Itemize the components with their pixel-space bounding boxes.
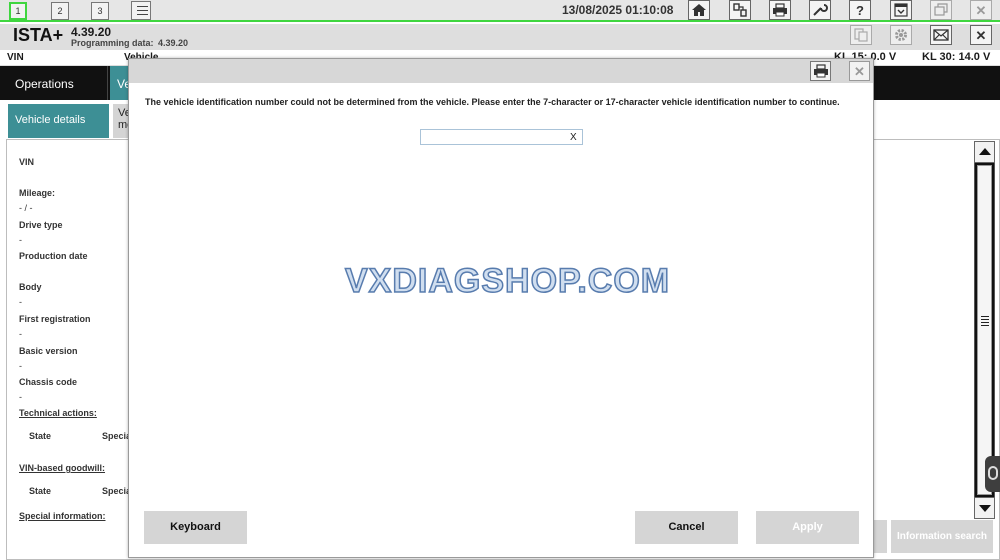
app-version: 4.39.20 <box>71 25 112 39</box>
vin-label: VIN <box>7 52 24 63</box>
mileage-value: - / - <box>19 203 33 213</box>
arrow-up-icon <box>979 148 991 155</box>
vin-input[interactable] <box>420 129 583 145</box>
scroll-thumb[interactable] <box>977 165 992 495</box>
windows-icon[interactable] <box>930 0 952 20</box>
body-label: Body <box>19 282 42 292</box>
copy-icon[interactable] <box>850 25 872 45</box>
dialog-close-icon[interactable]: ✕ <box>849 61 870 81</box>
state-column-header-2: State <box>29 486 52 496</box>
special-column-header-2: Specia <box>102 486 132 496</box>
app-header: ISTA+ 4.39.20 Programming data: 4.39.20 … <box>0 24 1000 50</box>
vin-detail-label: VIN <box>19 157 35 167</box>
basic-version-label: Basic version <box>19 346 78 356</box>
session-tab-2[interactable]: 2 <box>51 2 69 20</box>
cancel-button[interactable]: Cancel <box>635 511 738 544</box>
dialog-message: The vehicle identification number could … <box>145 97 840 107</box>
datetime: 13/08/2025 01:10:08 <box>562 3 674 17</box>
production-date-label: Production date <box>19 251 88 261</box>
chassis-code-value: - <box>19 392 22 402</box>
wrench-icon[interactable] <box>809 0 831 20</box>
information-search-button[interactable]: Information search <box>891 520 993 553</box>
drive-type-label: Drive type <box>19 220 63 230</box>
connection-icon[interactable] <box>729 0 751 20</box>
first-registration-label: First registration <box>19 314 91 324</box>
tab-operations[interactable]: Operations <box>0 66 108 100</box>
session-tab-3[interactable]: 3 <box>91 2 109 20</box>
scroll-up-button[interactable] <box>974 141 995 163</box>
first-registration-value: - <box>19 329 22 339</box>
help-icon[interactable]: ? <box>849 0 871 20</box>
technical-actions-link[interactable]: Technical actions: <box>19 408 97 418</box>
dialog-print-icon[interactable] <box>810 61 831 81</box>
mail-icon[interactable] <box>930 25 952 45</box>
vin-goodwill-link[interactable]: VIN-based goodwill: <box>19 463 105 473</box>
print-icon[interactable] <box>769 0 791 20</box>
vin-entry-dialog: ✕ The vehicle identification number coul… <box>128 58 874 558</box>
chassis-code-label: Chassis code <box>19 377 78 387</box>
side-handle-icon[interactable] <box>985 456 1000 492</box>
watermark: VXDIAGSHOP.COM <box>344 261 671 301</box>
scroll-down-button[interactable] <box>974 497 995 519</box>
download-icon[interactable] <box>890 0 912 20</box>
session-tab-1[interactable]: 1 <box>9 2 27 20</box>
special-column-header: Specia <box>102 431 132 441</box>
subtab-vehicle-details[interactable]: Vehicle details <box>8 104 109 138</box>
body-value: - <box>19 297 22 307</box>
mileage-label: Mileage: <box>19 188 56 198</box>
programming-data-label: Programming data: <box>71 38 154 48</box>
app-title: ISTA+ <box>13 25 64 45</box>
state-column-header: State <box>29 431 52 441</box>
programming-data-value: 4.39.20 <box>158 38 189 48</box>
arrow-down-icon <box>979 505 991 512</box>
drive-type-value: - <box>19 235 22 245</box>
keyboard-button[interactable]: Keyboard <box>144 511 247 544</box>
apply-button[interactable]: Apply <box>756 511 859 544</box>
dialog-header: ✕ <box>129 59 873 83</box>
home-icon[interactable] <box>688 0 710 20</box>
clear-input-button[interactable]: X <box>570 132 577 143</box>
kl30-voltage: KL 30: 14.0 V <box>922 51 991 63</box>
close-session-icon[interactable]: ✕ <box>970 25 992 45</box>
list-icon[interactable] <box>131 1 151 20</box>
close-icon[interactable]: ✕ <box>970 0 992 20</box>
gear-icon[interactable] <box>890 25 912 45</box>
special-information-link[interactable]: Special information: <box>19 511 106 521</box>
top-toolbar: 1 2 3 13/08/2025 01:10:08 ? ✕ <box>0 0 1000 22</box>
basic-version-value: - <box>19 361 22 371</box>
